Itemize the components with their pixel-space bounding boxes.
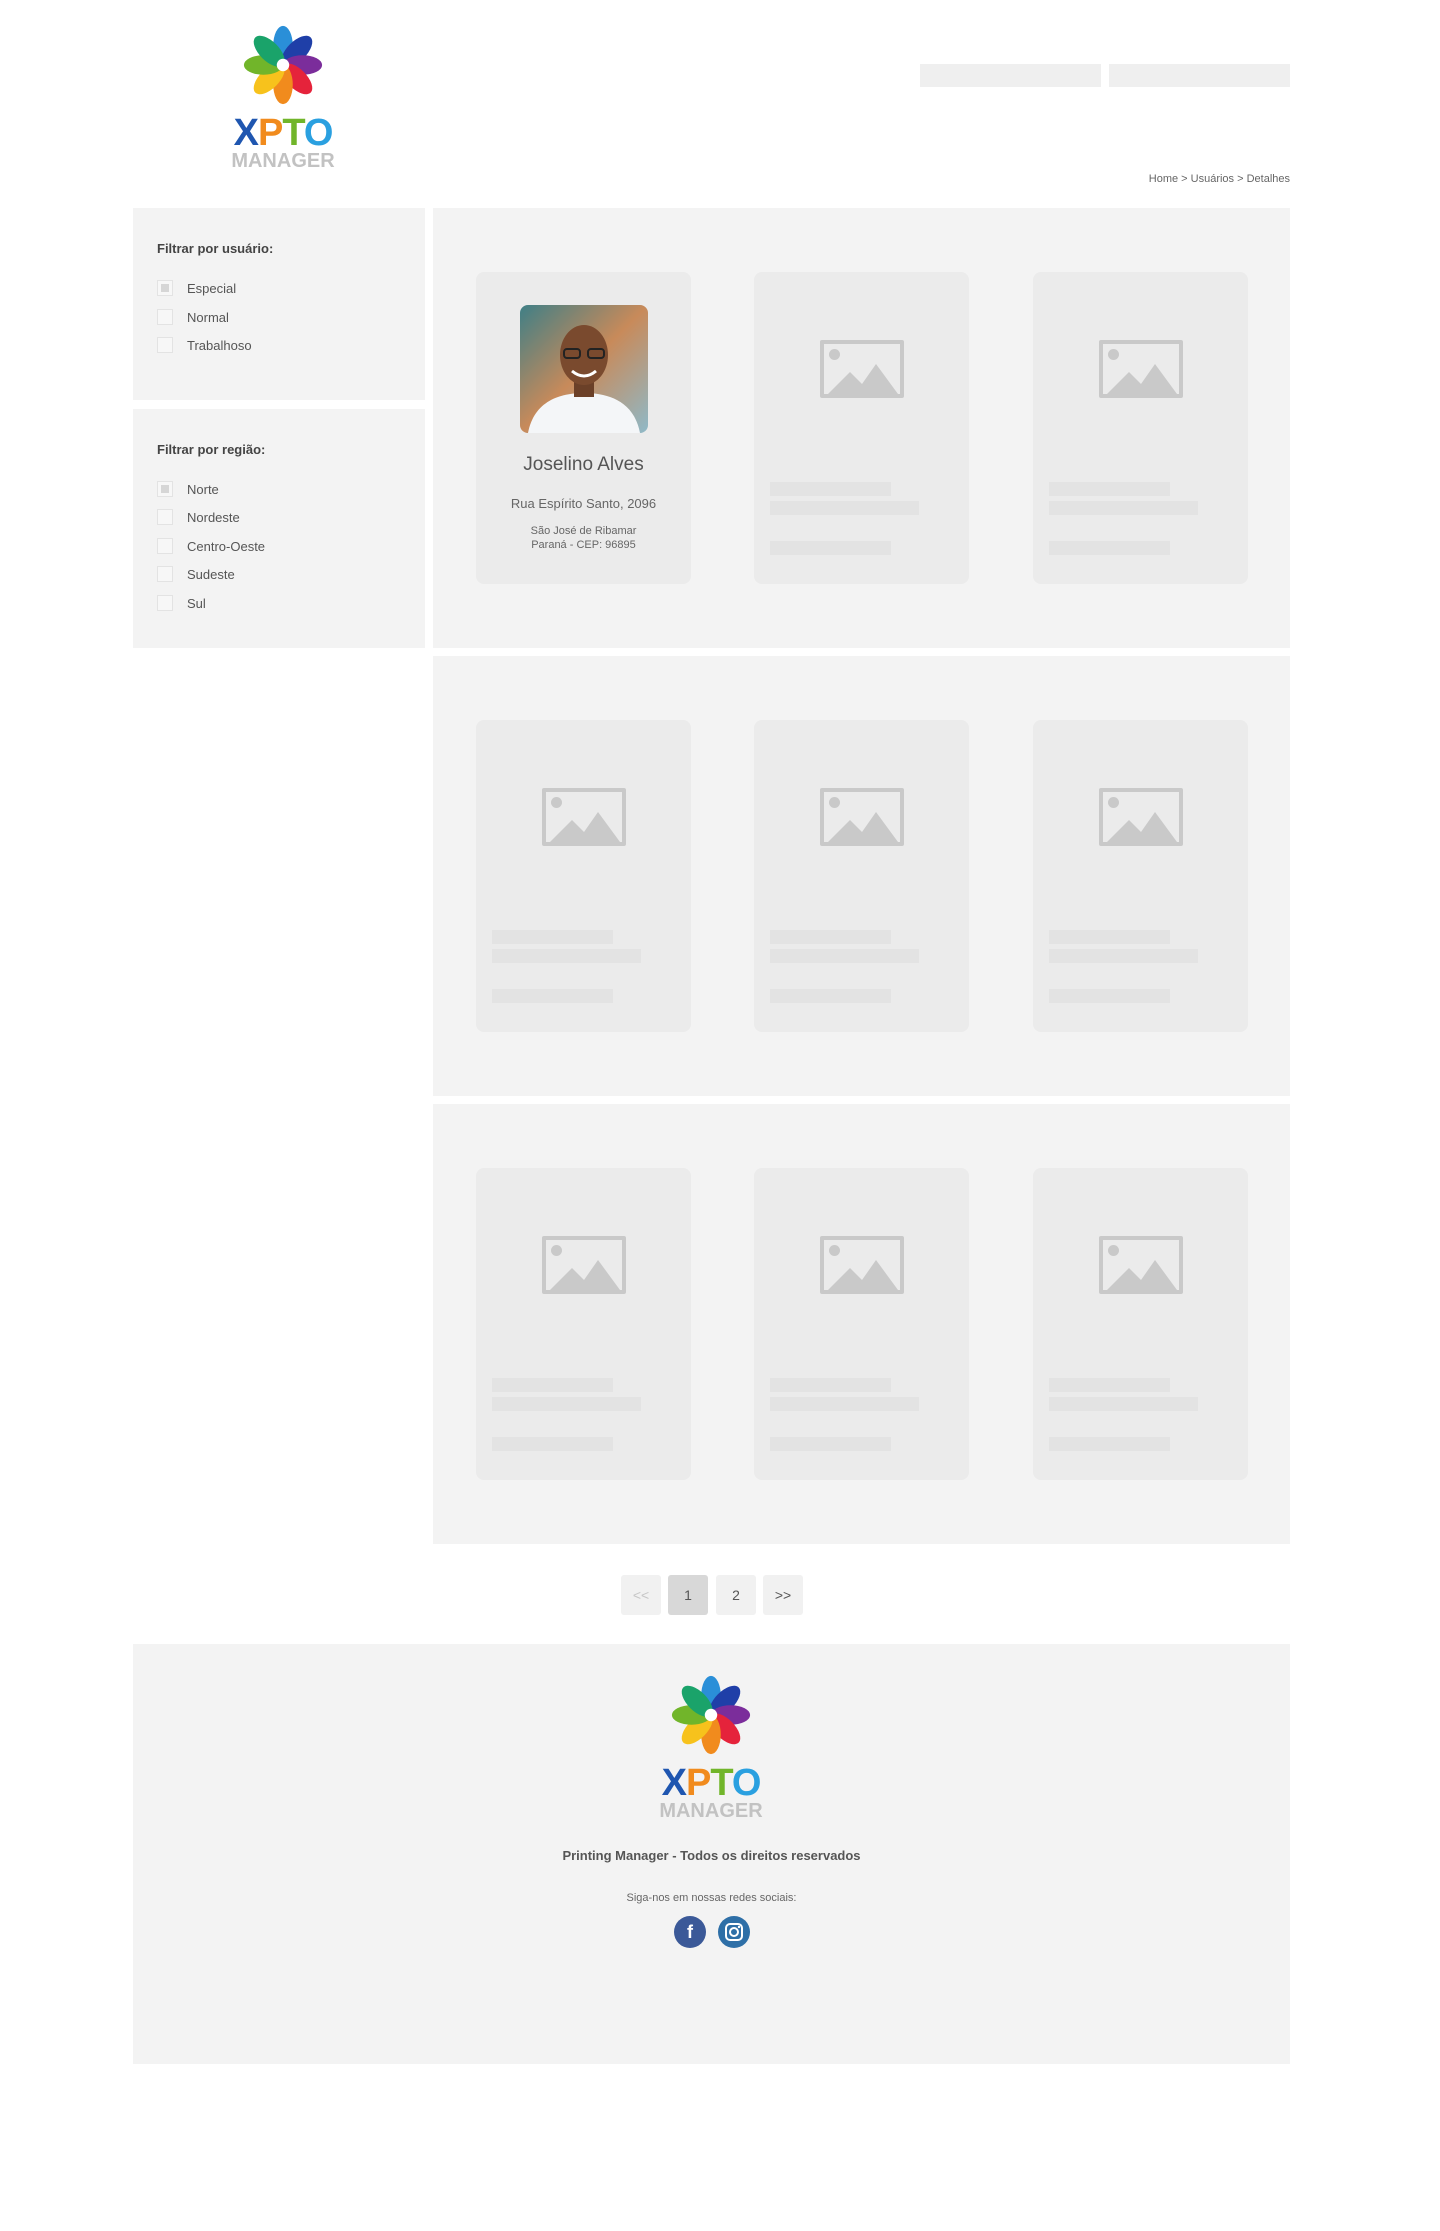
- facebook-icon[interactable]: f: [674, 1916, 706, 1948]
- placeholder-card[interactable]: [754, 272, 969, 584]
- filter-region-title: Filtrar por região:: [157, 442, 266, 457]
- header-button-1[interactable]: [920, 64, 1101, 87]
- results-row-3: [433, 1104, 1290, 1544]
- placeholder-line: [770, 501, 919, 515]
- filter-user-panel: Filtrar por usuário: Especial Normal Tra…: [133, 208, 425, 400]
- image-placeholder-icon: [820, 340, 904, 398]
- logo-subtext: MANAGER: [231, 150, 335, 172]
- placeholder-line: [1049, 1397, 1198, 1411]
- filter-option-sudeste[interactable]: Sudeste: [157, 566, 235, 582]
- placeholder-line: [1049, 482, 1170, 496]
- checkbox-sudeste[interactable]: [157, 566, 173, 582]
- header-logo[interactable]: XPTO MANAGER: [228, 20, 338, 171]
- filter-region-panel: Filtrar por região: Norte Nordeste Centr…: [133, 409, 425, 648]
- placeholder-line: [1049, 930, 1170, 944]
- user-avatar: [520, 305, 648, 433]
- user-city: São José de Ribamar: [530, 525, 637, 537]
- placeholder-line: [1049, 501, 1198, 515]
- filter-option-nordeste[interactable]: Nordeste: [157, 509, 240, 525]
- checkbox-centro-oeste[interactable]: [157, 538, 173, 554]
- filter-option-normal[interactable]: Normal: [157, 309, 229, 325]
- pagination-page-2[interactable]: 2: [716, 1575, 756, 1615]
- placeholder-line: [492, 989, 613, 1003]
- footer-logo[interactable]: XPTO MANAGER: [656, 1670, 766, 1821]
- image-placeholder-icon: [1099, 1236, 1183, 1294]
- filter-option-centro-oeste[interactable]: Centro-Oeste: [157, 538, 265, 554]
- results-row-1: Joselino Alves Rua Espírito Santo, 2096 …: [433, 208, 1290, 648]
- footer-social-text: Siga-nos em nossas redes sociais:: [626, 1892, 797, 1904]
- user-state-cep: Paraná - CEP: 96895: [531, 539, 636, 551]
- placeholder-card[interactable]: [476, 1168, 691, 1480]
- placeholder-line: [770, 1397, 919, 1411]
- placeholder-line: [770, 930, 891, 944]
- checkbox-normal[interactable]: [157, 309, 173, 325]
- checkbox-sul[interactable]: [157, 595, 173, 611]
- placeholder-line: [1049, 989, 1170, 1003]
- flower-logo-icon: [243, 25, 323, 105]
- placeholder-card[interactable]: [1033, 1168, 1248, 1480]
- header-button-2[interactable]: [1109, 64, 1290, 87]
- placeholder-card[interactable]: [1033, 720, 1248, 1032]
- image-placeholder-icon: [542, 1236, 626, 1294]
- breadcrumb: Home > Usuários > Detalhes: [1148, 173, 1290, 185]
- placeholder-line: [1049, 541, 1170, 555]
- placeholder-line: [492, 930, 613, 944]
- placeholder-card[interactable]: [754, 720, 969, 1032]
- placeholder-line: [770, 541, 891, 555]
- placeholder-card[interactable]: [476, 720, 691, 1032]
- placeholder-line: [492, 949, 641, 963]
- placeholder-line: [770, 989, 891, 1003]
- pagination-page-1[interactable]: 1: [668, 1575, 708, 1615]
- placeholder-card[interactable]: [754, 1168, 969, 1480]
- filter-option-norte[interactable]: Norte: [157, 481, 219, 497]
- image-placeholder-icon: [1099, 340, 1183, 398]
- footer-copyright: Printing Manager - Todos os direitos res…: [562, 1848, 861, 1863]
- checkbox-norte[interactable]: [157, 481, 173, 497]
- results-row-2: [433, 656, 1290, 1096]
- placeholder-line: [1049, 1437, 1170, 1451]
- placeholder-line: [1049, 949, 1198, 963]
- flower-logo-icon: [671, 1675, 751, 1755]
- placeholder-line: [492, 1437, 613, 1451]
- pagination-next[interactable]: >>: [763, 1575, 803, 1615]
- checkbox-nordeste[interactable]: [157, 509, 173, 525]
- logo-subtext: MANAGER: [659, 1800, 763, 1822]
- checkbox-trabalhoso[interactable]: [157, 337, 173, 353]
- placeholder-line: [770, 1437, 891, 1451]
- filter-option-especial[interactable]: Especial: [157, 280, 236, 296]
- placeholder-line: [770, 482, 891, 496]
- checkbox-especial[interactable]: [157, 280, 173, 296]
- image-placeholder-icon: [1099, 788, 1183, 846]
- user-street: Rua Espírito Santo, 2096: [510, 496, 657, 511]
- placeholder-card[interactable]: [1033, 272, 1248, 584]
- logo-text: XPTO: [233, 112, 334, 154]
- filter-option-sul[interactable]: Sul: [157, 595, 206, 611]
- placeholder-line: [1049, 1378, 1170, 1392]
- placeholder-line: [492, 1378, 613, 1392]
- user-address: São José de Ribamar Paraná - CEP: 96895: [476, 524, 691, 552]
- placeholder-line: [770, 949, 919, 963]
- instagram-icon[interactable]: [718, 1916, 750, 1948]
- filter-user-title: Filtrar por usuário:: [157, 241, 274, 256]
- image-placeholder-icon: [542, 788, 626, 846]
- placeholder-line: [770, 1378, 891, 1392]
- user-card[interactable]: Joselino Alves Rua Espírito Santo, 2096 …: [476, 272, 691, 584]
- image-placeholder-icon: [820, 1236, 904, 1294]
- filter-option-trabalhoso[interactable]: Trabalhoso: [157, 337, 252, 353]
- pagination-prev[interactable]: <<: [621, 1575, 661, 1615]
- user-name: Joselino Alves: [523, 454, 644, 475]
- logo-text: XPTO: [661, 1762, 762, 1804]
- placeholder-line: [492, 1397, 641, 1411]
- image-placeholder-icon: [820, 788, 904, 846]
